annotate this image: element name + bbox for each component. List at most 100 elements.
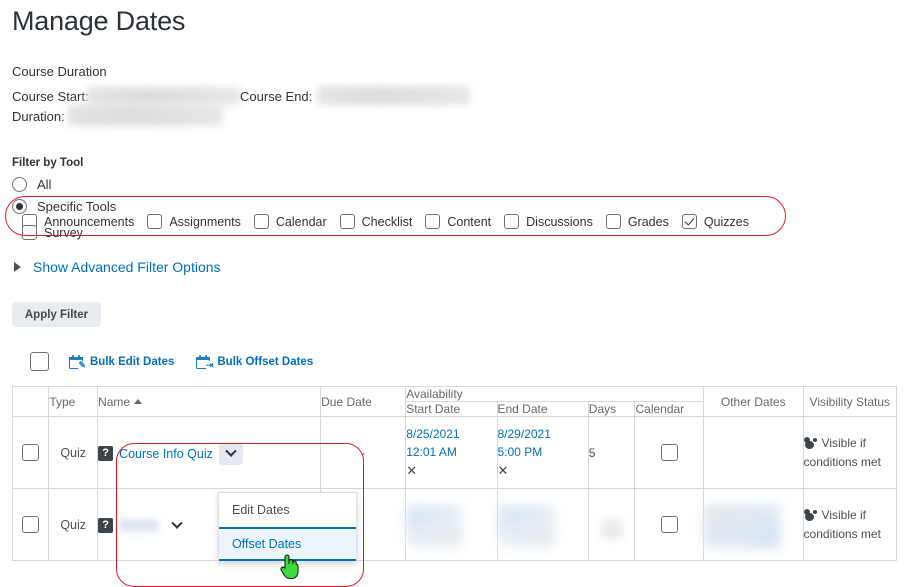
label-quizzes: Quizzes	[703, 214, 749, 229]
row-start-date-redacted[interactable]	[406, 505, 463, 546]
table-row: Quiz ? Visible if conditions met	[11, 488, 898, 561]
menu-item-edit-dates[interactable]: Edit Dates	[219, 493, 356, 527]
radio-all-control[interactable]	[12, 177, 27, 192]
checkbox-discussions[interactable]	[504, 214, 520, 229]
bulk-edit-dates-button[interactable]: ✎ Bulk Edit Dates	[69, 354, 175, 370]
course-end-value-redacted	[317, 86, 470, 105]
header-end-date-label: End Date	[497, 402, 548, 416]
tool-checkbox-survey[interactable]: Survey	[22, 225, 83, 240]
course-end-label: Course End:	[240, 89, 313, 104]
header-calendar[interactable]: Calendar	[634, 401, 704, 417]
row-name-link[interactable]: Course Info Quiz	[119, 447, 213, 461]
radio-specific-tools-control[interactable]	[12, 199, 27, 214]
row-end-time[interactable]: 5:00 PM	[498, 443, 588, 461]
row-other-dates-cell	[702, 488, 804, 561]
header-days-label: Days	[588, 402, 617, 416]
clear-end-date-icon[interactable]: ✕	[498, 462, 588, 480]
chevron-down-icon	[225, 445, 237, 457]
row-start-time[interactable]: 12:01 AM	[406, 443, 496, 461]
label-grades: Grades	[627, 214, 669, 229]
sort-ascending-icon	[134, 398, 143, 404]
show-advanced-filter-options[interactable]: Show Advanced Filter Options	[14, 259, 221, 275]
menu-item-edit-dates-label: Edit Dates	[232, 503, 290, 517]
row-checkbox[interactable]	[22, 516, 40, 533]
checkbox-calendar[interactable]	[253, 214, 269, 229]
header-name[interactable]: Name	[97, 386, 322, 417]
course-duration-section: Course Duration Course Start: Course End…	[12, 64, 892, 127]
row-end-date-redacted[interactable]	[497, 505, 554, 546]
bulk-offset-dates-button[interactable]: ⇥ Bulk Offset Dates	[196, 354, 313, 370]
course-start-value-redacted	[87, 87, 240, 105]
bulk-edit-dates-label: Bulk Edit Dates	[90, 355, 175, 368]
tool-checkbox-calendar[interactable]: Calendar	[253, 214, 327, 229]
table-head: Type Name Due Date Availability Other Da…	[11, 386, 898, 417]
header-start-date[interactable]: Start Date	[405, 401, 498, 417]
row-checkbox[interactable]	[22, 444, 40, 461]
row-name-wrap: ? Course Info Quiz	[98, 441, 320, 465]
tool-checkbox-assignments[interactable]: Assignments	[147, 214, 241, 229]
radio-all[interactable]: All	[12, 177, 51, 192]
menu-item-offset-dates-label: Offset Dates	[232, 537, 302, 551]
label-discussions: Discussions	[526, 214, 593, 229]
row-visibility-cell: Visible if conditions met	[802, 416, 898, 489]
visibility-conditions-icon	[803, 508, 818, 521]
table-row: Quiz ? Course Info Quiz - 8/25/2021 12:0…	[11, 416, 898, 489]
header-type[interactable]: Type	[48, 386, 99, 417]
course-duration-label: Course Duration	[12, 64, 107, 79]
row-type-label: Quiz	[60, 445, 87, 460]
hand-pointer-cursor-icon	[280, 554, 299, 580]
select-all-checkbox[interactable]	[30, 352, 49, 371]
header-days[interactable]: Days	[587, 401, 636, 417]
checkbox-quizzes[interactable]	[681, 214, 697, 229]
tool-checkbox-content[interactable]: Content	[425, 214, 491, 229]
tool-checkbox-quizzes[interactable]: Quizzes	[681, 214, 749, 229]
row-start-date-cell	[405, 488, 498, 561]
radio-all-label: All	[37, 177, 52, 192]
apply-filter-button[interactable]: Apply Filter	[12, 302, 101, 327]
checkbox-assignments[interactable]	[147, 214, 163, 229]
row-end-date-cell: 8/29/2021 5:00 PM ✕	[496, 416, 589, 489]
row-due-date-value[interactable]: -	[321, 446, 405, 460]
checkbox-content[interactable]	[425, 214, 441, 229]
label-checklist: Checklist	[361, 214, 413, 229]
checkbox-survey[interactable]	[22, 225, 37, 240]
quiz-icon: ?	[98, 446, 114, 461]
advanced-filter-link-label: Show Advanced Filter Options	[33, 259, 221, 275]
row-end-date[interactable]: 8/29/2021	[498, 425, 588, 443]
row-type-label: Quiz	[60, 517, 87, 532]
row-type-cell: Quiz	[48, 488, 99, 561]
tool-checkbox-grades[interactable]: Grades	[605, 214, 669, 229]
row-name-redacted[interactable]	[119, 519, 160, 532]
checkbox-grades[interactable]	[605, 214, 621, 229]
tool-checkbox-list: Announcements Assignments Calendar Check…	[22, 214, 792, 240]
header-end-date[interactable]: End Date	[496, 401, 589, 417]
course-start-label: Course Start:	[12, 89, 89, 104]
tool-checkbox-checklist[interactable]: Checklist	[339, 214, 413, 229]
row-calendar-checkbox[interactable]	[660, 516, 678, 533]
bulk-actions-toolbar: ✎ Bulk Edit Dates ⇥ Bulk Offset Dates	[30, 352, 335, 371]
quiz-icon: ?	[98, 518, 114, 533]
tool-checkbox-discussions[interactable]: Discussions	[504, 214, 593, 229]
row-other-dates-cell	[702, 416, 804, 489]
duration-value-redacted	[68, 104, 223, 126]
row-start-date[interactable]: 8/25/2021	[406, 425, 496, 443]
row-due-date-cell: -	[320, 416, 407, 489]
header-name-label: Name	[98, 394, 131, 409]
label-calendar: Calendar	[275, 214, 327, 229]
visibility-conditions-icon	[803, 436, 818, 449]
row-calendar-cell	[634, 416, 704, 489]
row-type-cell: Quiz	[48, 416, 99, 489]
header-calendar-label: Calendar	[635, 402, 685, 416]
header-other-dates: Other Dates	[702, 386, 804, 417]
row-actions-chevron-button[interactable]	[165, 515, 189, 537]
clear-start-date-icon[interactable]: ✕	[406, 462, 496, 480]
checkbox-checklist[interactable]	[339, 214, 355, 229]
header-due-date[interactable]: Due Date	[320, 386, 407, 417]
chevron-down-icon	[171, 517, 183, 529]
label-assignments: Assignments	[169, 214, 241, 229]
row-calendar-cell	[634, 488, 704, 561]
header-select	[11, 386, 50, 417]
row-calendar-checkbox[interactable]	[660, 444, 678, 461]
radio-specific-tools[interactable]: Specific Tools	[12, 199, 116, 214]
row-actions-chevron-button[interactable]	[218, 442, 243, 465]
